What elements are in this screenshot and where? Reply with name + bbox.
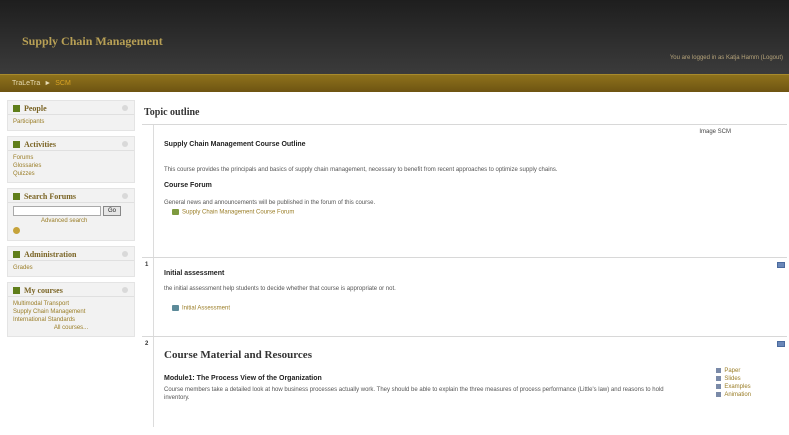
breadcrumb-separator: ►	[44, 80, 52, 87]
forum-heading: Course Forum	[164, 182, 212, 189]
block-header: People	[8, 101, 134, 115]
block-search-forums: Search Forums Go Advanced search	[7, 188, 135, 241]
collapse-icon[interactable]	[122, 287, 128, 293]
course-forum-link[interactable]: Supply Chain Management Course Forum	[172, 209, 667, 216]
page-header: Supply Chain Management You are logged i…	[0, 0, 789, 74]
slides-link[interactable]: Slides	[716, 375, 751, 383]
section-toggle[interactable]	[777, 262, 785, 270]
course-section-0: Image SCM Supply Chain Management Course…	[142, 124, 787, 257]
participants-link[interactable]: Participants	[13, 118, 129, 126]
block-header: Administration	[8, 247, 134, 261]
navigation-bar: TraLeTra ► SCM	[0, 74, 789, 92]
collapse-icon[interactable]	[122, 193, 128, 199]
course-section-1: 1 Initial assessment the initial assessm…	[142, 257, 787, 336]
breadcrumb-current[interactable]: SCM	[55, 80, 71, 87]
block-title: Administration	[23, 250, 77, 259]
site-title[interactable]: Supply Chain Management	[22, 34, 163, 49]
block-header: Search Forums	[8, 189, 134, 203]
course-summary-text: This course provides the principals and …	[164, 167, 558, 173]
section-toggle-icon[interactable]	[777, 262, 785, 268]
module-title: Module1: The Process View of the Organiz…	[164, 375, 322, 382]
block-my-courses: My courses Multimodal Transport Supply C…	[7, 282, 135, 337]
breadcrumb-home[interactable]: TraLeTra	[12, 80, 40, 87]
section-toggle-icon[interactable]	[777, 341, 785, 347]
quizzes-link[interactable]: Quizzes	[13, 170, 129, 178]
block-title: People	[23, 104, 47, 113]
examples-link-label[interactable]: Examples	[724, 384, 750, 390]
main-content: Topic outline Image SCM Supply Chain Man…	[142, 100, 787, 427]
section-number: 1	[145, 262, 149, 268]
block-title: My courses	[23, 286, 63, 295]
course-image-label: Image SCM	[699, 129, 731, 135]
course-summary-title: Supply Chain Management Course Outline	[164, 141, 306, 148]
examples-link[interactable]: Examples	[716, 383, 751, 391]
paper-icon	[716, 367, 722, 373]
quiz-icon	[172, 305, 179, 311]
module-resource-links: Paper Slides Examples Animation	[716, 367, 751, 399]
course-forum-link-label[interactable]: Supply Chain Management Course Forum	[182, 210, 294, 216]
collapse-icon[interactable]	[122, 105, 128, 111]
grades-link[interactable]: Grades	[13, 264, 129, 272]
paper-link[interactable]: Paper	[716, 367, 751, 375]
collapse-icon[interactable]	[122, 141, 128, 147]
forum-description: General news and announcements will be p…	[164, 200, 376, 206]
animation-link-label[interactable]: Animation	[724, 392, 751, 398]
section-heading: Course Material and Resources	[164, 349, 312, 361]
section-number: 2	[145, 341, 149, 347]
block-header: Activities	[8, 137, 134, 151]
page-title: Topic outline	[144, 107, 200, 118]
collapse-icon[interactable]	[122, 251, 128, 257]
section-toggle[interactable]	[777, 341, 785, 349]
animation-icon	[716, 391, 722, 397]
section-description: the initial assessment help students to …	[164, 286, 396, 292]
block-title: Activities	[23, 140, 56, 149]
course-link[interactable]: Multimodal Transport	[13, 300, 129, 308]
login-info[interactable]: You are logged in as Katja Hamm (Logout)	[670, 55, 783, 61]
block-title: Search Forums	[23, 192, 77, 201]
block-marker-icon	[13, 251, 20, 258]
go-button[interactable]: Go	[103, 206, 122, 216]
glossaries-link[interactable]: Glossaries	[13, 162, 129, 170]
block-activities: Activities Forums Glossaries Quizzes	[7, 136, 135, 183]
block-people: People Participants	[7, 100, 135, 131]
examples-icon	[716, 383, 722, 389]
block-administration: Administration Grades	[7, 246, 135, 277]
initial-assessment-link[interactable]: Initial Assessment	[172, 305, 667, 312]
block-marker-icon	[13, 141, 20, 148]
animation-link[interactable]: Animation	[716, 391, 751, 399]
block-marker-icon	[13, 105, 20, 112]
section-heading: Initial assessment	[164, 270, 225, 277]
forum-search-input[interactable]	[13, 206, 101, 216]
block-marker-icon	[13, 287, 20, 294]
course-section-2: 2 Course Material and Resources Module1:…	[142, 336, 787, 427]
module-description: Course members take a detailed look at h…	[164, 387, 664, 401]
block-marker-icon	[13, 193, 20, 200]
forums-link[interactable]: Forums	[13, 154, 129, 162]
slides-link-label[interactable]: Slides	[724, 376, 740, 382]
initial-assessment-label[interactable]: Initial Assessment	[182, 306, 230, 312]
paper-link-label[interactable]: Paper	[724, 368, 740, 374]
help-icon[interactable]	[13, 227, 20, 234]
advanced-search-link[interactable]: Advanced search	[41, 218, 129, 224]
breadcrumb: TraLeTra ► SCM	[12, 80, 71, 87]
course-link[interactable]: International Standards	[13, 316, 129, 324]
all-courses-link[interactable]: All courses...	[13, 324, 129, 332]
forum-icon	[172, 209, 179, 215]
sidebar: People Participants Activities Forums Gl…	[7, 100, 135, 342]
slides-icon	[716, 375, 722, 381]
course-link[interactable]: Supply Chain Management	[13, 308, 129, 316]
block-header: My courses	[8, 283, 134, 297]
